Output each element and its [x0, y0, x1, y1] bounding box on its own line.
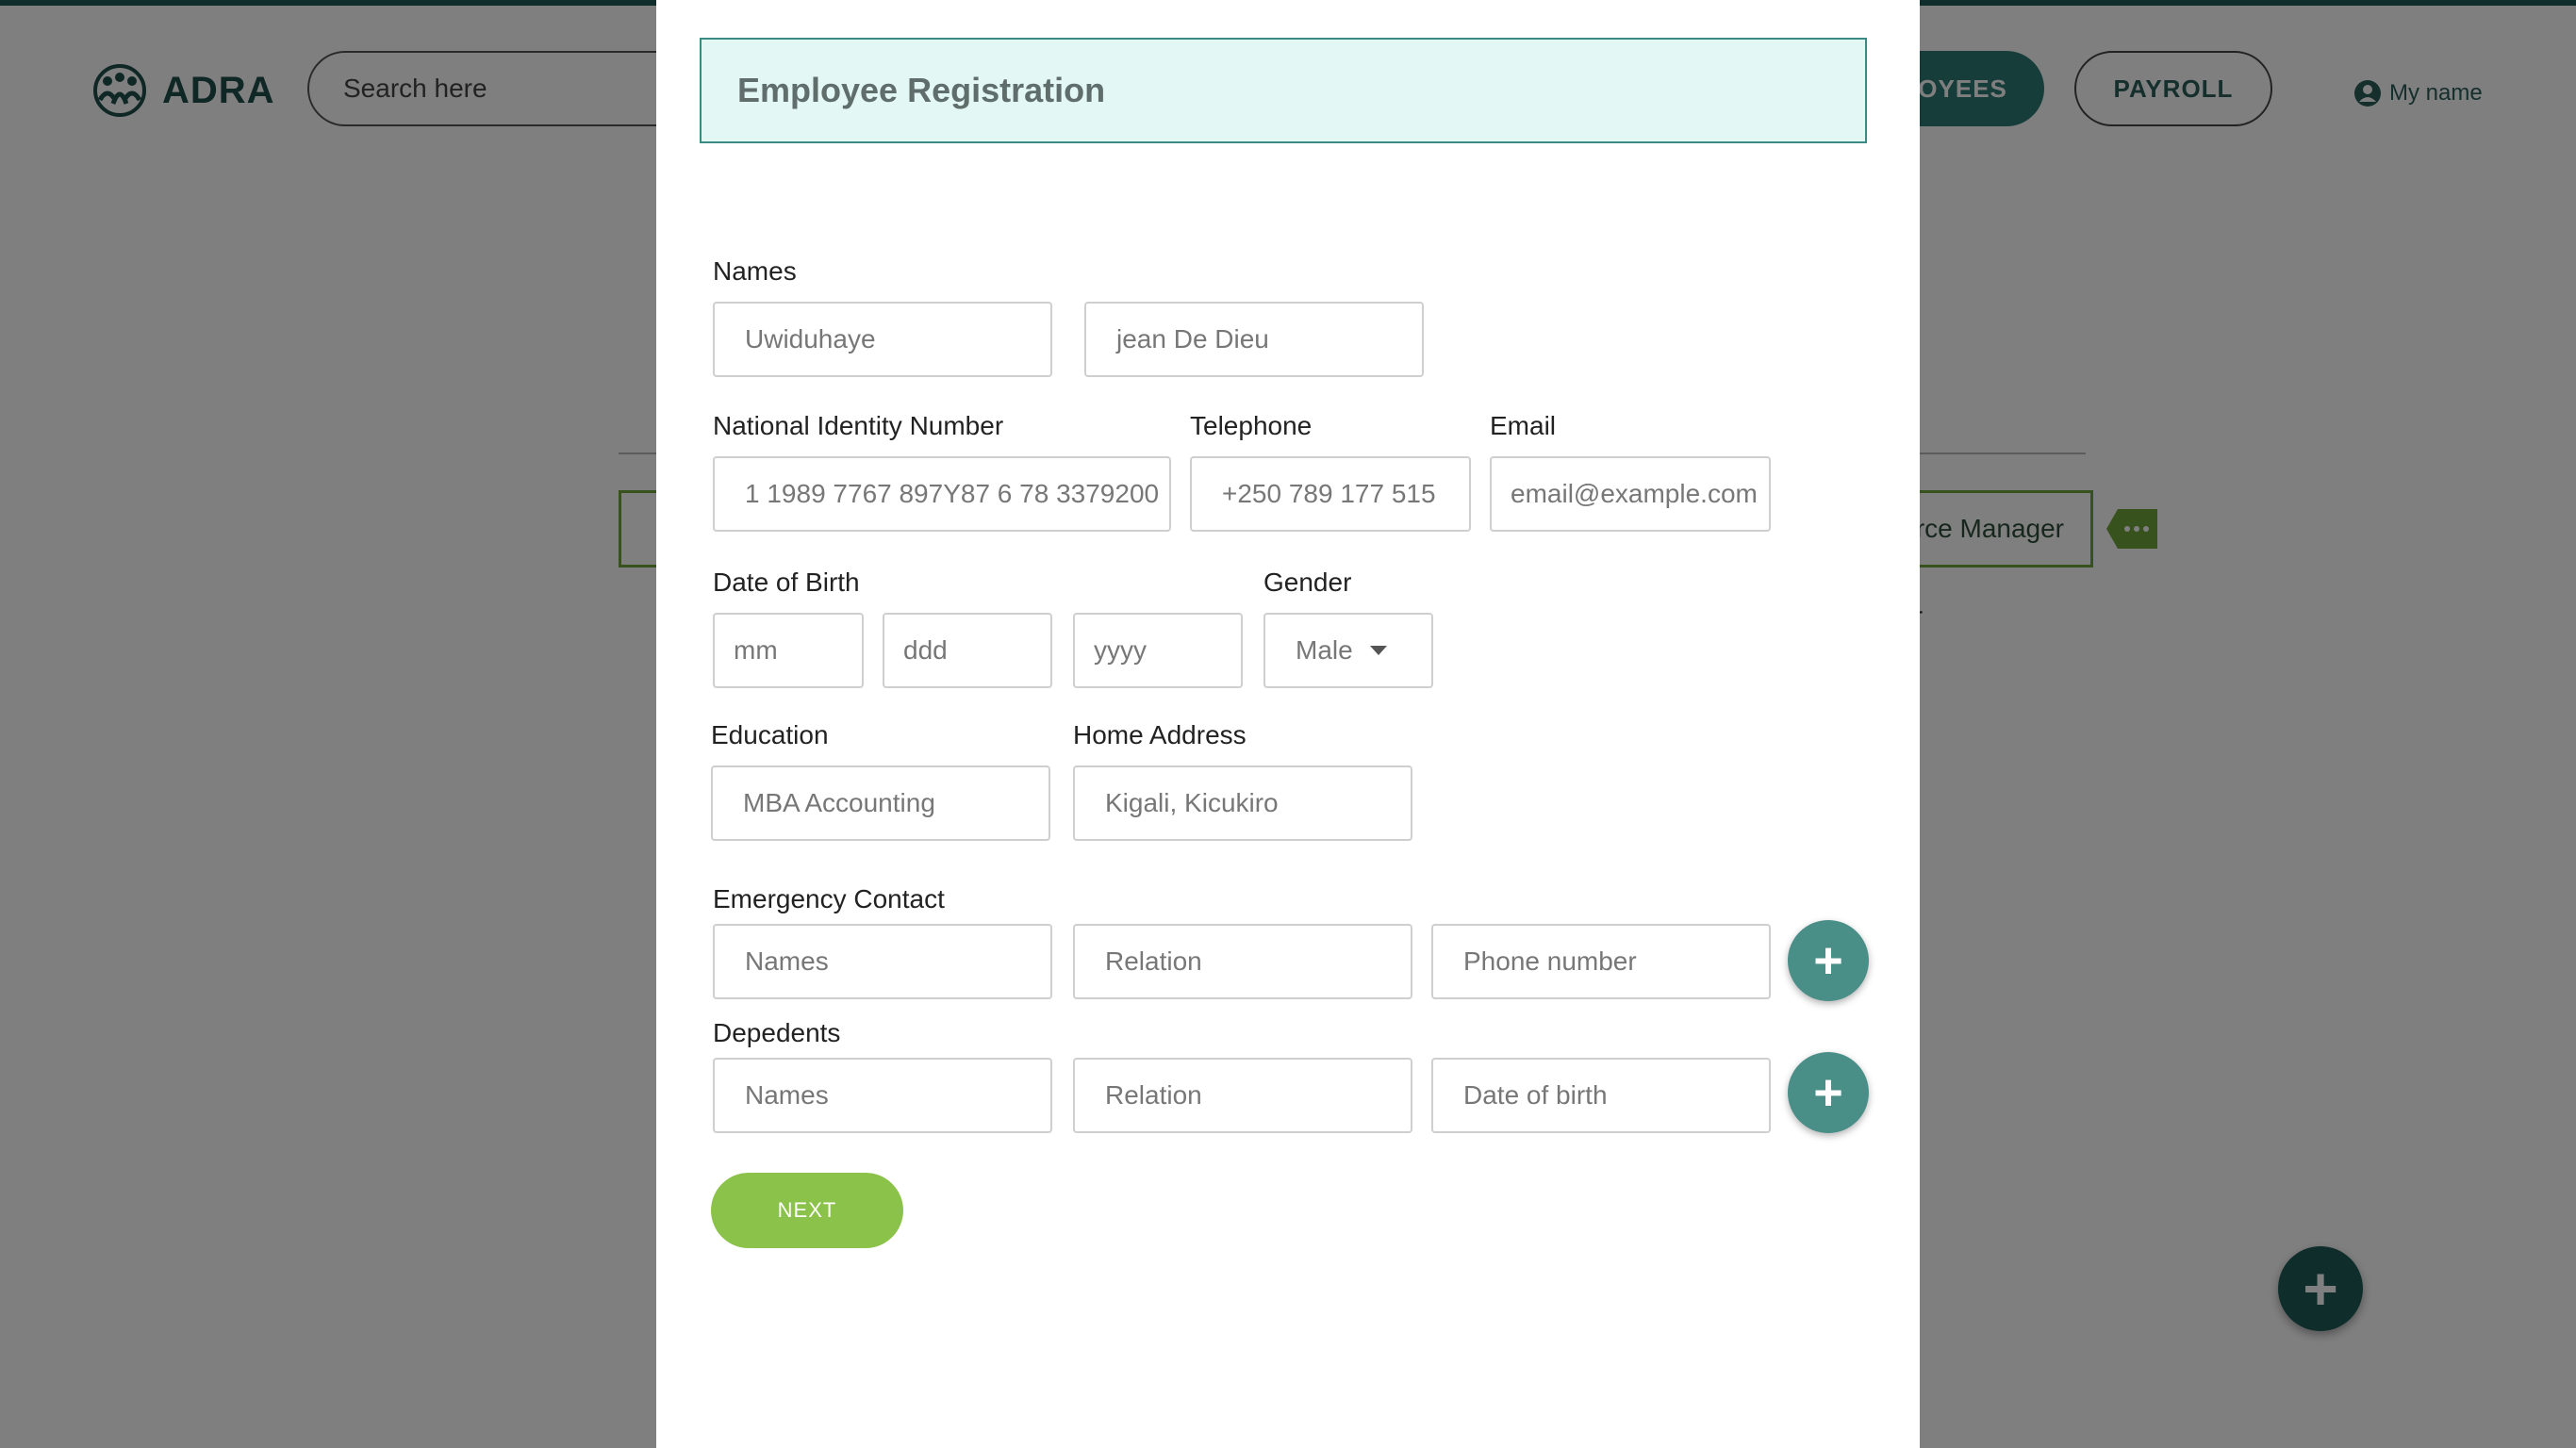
nid-input[interactable]: 1 1989 7767 897Y87 6 78 3379200: [713, 456, 1171, 532]
names-label: Names: [713, 256, 797, 286]
dependents-label: Depedents: [713, 1018, 841, 1047]
emergency-relation-input[interactable]: Relation: [1073, 924, 1412, 999]
emergency-name-input[interactable]: Names: [713, 924, 1052, 999]
employee-registration-modal: Employee Registration Names Uwiduhaye je…: [656, 0, 1920, 1448]
first-name-input[interactable]: Uwiduhaye: [713, 302, 1052, 377]
modal-title: Employee Registration: [700, 38, 1867, 143]
gender-value: Male: [1296, 635, 1353, 665]
email-label: Email: [1490, 411, 1557, 440]
nid-label: National Identity Number: [713, 411, 1004, 440]
dependent-name-input[interactable]: Names: [713, 1058, 1052, 1133]
dependent-dob-input[interactable]: Date of birth: [1431, 1058, 1771, 1133]
dependent-relation-input[interactable]: Relation: [1073, 1058, 1412, 1133]
email-input[interactable]: email@example.com: [1490, 456, 1771, 532]
next-button[interactable]: NEXT: [711, 1173, 903, 1248]
last-name-input[interactable]: jean De Dieu: [1084, 302, 1424, 377]
emergency-contact-label: Emergency Contact: [713, 884, 945, 913]
telephone-label: Telephone: [1190, 411, 1313, 440]
add-dependent-button[interactable]: +: [1788, 1052, 1869, 1133]
dob-day-input[interactable]: ddd: [883, 613, 1052, 688]
education-label: Education: [711, 720, 829, 749]
dob-month-input[interactable]: mm: [713, 613, 864, 688]
emergency-phone-input[interactable]: Phone number: [1431, 924, 1771, 999]
gender-select[interactable]: Male: [1263, 613, 1433, 688]
telephone-input[interactable]: +250 789 177 515: [1190, 456, 1471, 532]
dob-label: Date of Birth: [713, 568, 860, 597]
dob-year-input[interactable]: yyyy: [1073, 613, 1243, 688]
add-emergency-contact-button[interactable]: +: [1788, 920, 1869, 1001]
home-address-label: Home Address: [1073, 720, 1247, 749]
dropdown-caret-icon: [1369, 646, 1387, 655]
gender-label: Gender: [1263, 568, 1352, 597]
home-address-input[interactable]: Kigali, Kicukiro: [1073, 765, 1412, 841]
education-input[interactable]: MBA Accounting: [711, 765, 1050, 841]
